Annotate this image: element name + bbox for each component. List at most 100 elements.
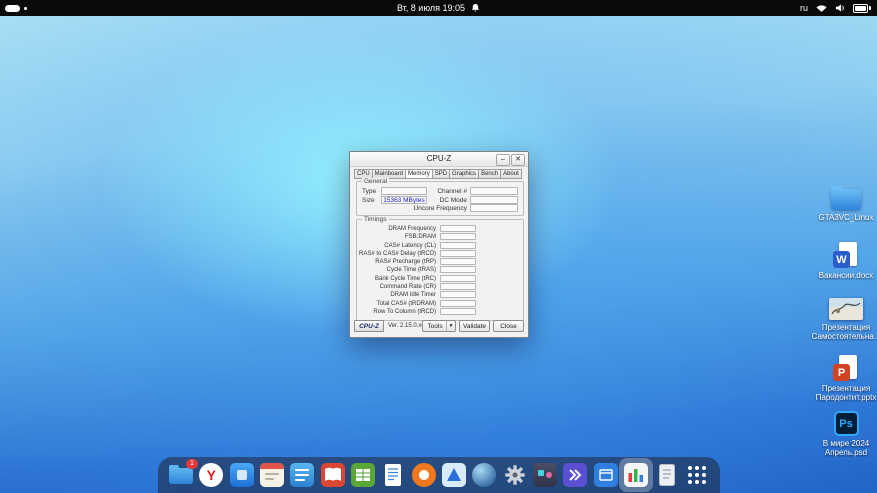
dock-icon-pdf-reader[interactable] — [320, 462, 346, 488]
uncore-label: Uncore Frequency — [413, 205, 467, 212]
uncore-field — [470, 204, 518, 212]
timing-value-field — [440, 249, 476, 257]
desktop-icon-psd[interactable]: Ps В мире 2024 Апрель.psd — [810, 411, 877, 457]
timing-value-field — [440, 233, 476, 241]
close-window-button[interactable]: ✕ — [511, 154, 525, 166]
clock-menu[interactable]: Вт, 8 июля 19:05 — [397, 0, 480, 16]
volume-icon — [835, 4, 844, 12]
timing-value-field — [440, 274, 476, 282]
general-groupbox: General Type Size 15363 MBytes Channel #… — [356, 178, 524, 216]
notification-badge: 1 — [186, 459, 198, 469]
activities-indicator[interactable] — [5, 0, 27, 16]
timing-value-field — [440, 258, 476, 266]
dock-icon-dark-app-1[interactable] — [532, 462, 558, 488]
timing-label: Command Rate (CR) — [379, 284, 436, 291]
timing-label: Bank Cycle Time (tRC) — [374, 275, 436, 282]
timing-row: RAS# Precharge (tRP) — [359, 258, 521, 266]
timing-row: FSB:DRAM — [359, 233, 521, 241]
size-label: Size — [362, 197, 375, 204]
word-glyph: W — [833, 251, 850, 268]
desktop-icon-label-line2: Самостоятельна... — [811, 332, 877, 341]
minimize-button[interactable]: – — [496, 154, 510, 166]
desktop-icon-docx[interactable]: W Вакансии.docx — [810, 242, 877, 280]
document-viewer-icon — [290, 463, 315, 487]
dock-icon-yandex-browser[interactable]: Y — [198, 462, 224, 488]
desktop-icon-label-line2: Апрель.psd — [824, 448, 868, 457]
dock-icon-files[interactable]: 1 — [168, 459, 198, 488]
tools-button[interactable]: Tools ▼ — [422, 320, 456, 332]
timing-value-field — [440, 307, 476, 315]
cpuz-titlebar[interactable]: CPU-Z – ✕ — [350, 152, 528, 167]
validate-button[interactable]: Validate — [459, 320, 490, 332]
tools-dropdown-arrow-icon[interactable]: ▼ — [446, 321, 455, 331]
timing-value-field — [440, 283, 476, 291]
calendar-icon — [260, 463, 285, 487]
dock-icon-text-writer[interactable] — [380, 462, 406, 488]
timing-row: DRAM Frequency — [359, 225, 521, 233]
yandex-icon: Y — [199, 463, 224, 487]
desktop-icon-folder-gta3vc[interactable]: GTA3VC_Linux — [810, 185, 877, 222]
folder-icon — [831, 186, 861, 210]
tab-spd[interactable]: SPD — [431, 169, 450, 179]
timing-value-field — [440, 241, 476, 249]
keyboard-layout-indicator[interactable]: ru — [800, 3, 808, 13]
battery-icon — [853, 3, 868, 13]
dock-icon-blue-app[interactable] — [229, 462, 255, 488]
notification-bell-icon — [471, 4, 479, 12]
desktop-icon-tif-image[interactable]: Презентация Самостоятельна... — [810, 298, 877, 341]
text-writer-icon — [385, 464, 402, 486]
presentation-icon: P — [833, 355, 859, 381]
tab-memory[interactable]: Memory — [405, 169, 432, 179]
type-label: Type — [362, 188, 377, 195]
dock-icon-document-viewer[interactable] — [289, 462, 315, 488]
dock-icon-app-grid[interactable] — [684, 462, 710, 488]
dock-icon-window-app[interactable] — [593, 462, 619, 488]
dock-icon-settings[interactable] — [502, 462, 528, 488]
window-app-icon — [593, 463, 618, 487]
wifi-icon — [816, 5, 827, 12]
dock-icon-globe-app[interactable] — [471, 462, 497, 488]
timing-label: CAS# Latency (CL) — [384, 242, 436, 249]
dock-icon-dark-app-2[interactable] — [562, 462, 588, 488]
close-button[interactable]: Close — [493, 320, 524, 332]
desktop-icon-label-line1: В мире 2024 — [822, 439, 870, 448]
channel-field — [470, 187, 518, 195]
dock-icon-calendar[interactable] — [259, 462, 285, 488]
timings-legend: Timings — [362, 216, 389, 223]
app-grid-icon — [687, 466, 706, 484]
timing-label: DRAM Frequency — [388, 226, 436, 232]
dock-icon-media-app[interactable] — [441, 462, 467, 488]
chevron-app-icon — [563, 463, 588, 487]
photoshop-glyph: Ps — [839, 417, 853, 430]
yandex-glyph: Y — [206, 467, 217, 483]
workspace-dot — [24, 6, 27, 10]
window-title: CPU-Z — [426, 154, 452, 163]
timing-row: RAS# to CAS# Delay (tRCD) — [359, 249, 521, 258]
timing-label: DRAM Idle Timer — [390, 292, 436, 299]
tab-graphics[interactable]: Graphics — [449, 169, 479, 179]
cpuz-logo: CPU-Z — [354, 320, 384, 332]
cpuz-footer: CPU-Z Ver. 2.15.0.x64 Tools ▼ Validate C… — [354, 320, 524, 332]
timing-label: Row To Column (tRCD) — [373, 308, 436, 315]
tab-about[interactable]: About — [500, 169, 522, 179]
word-document-icon: W — [833, 242, 859, 268]
timing-label: FSB:DRAM — [404, 234, 436, 241]
dock-icon-colorful-app-active[interactable] — [619, 458, 654, 492]
dock-icon-orange-ring-app[interactable] — [411, 462, 437, 488]
desktop-icon-pptx[interactable]: P Презентация Пародонтит.pptx — [810, 355, 877, 402]
desktop-icon-label-line1: Презентация — [821, 323, 871, 332]
folder-icon — [169, 465, 193, 484]
photoshop-icon: Ps — [833, 411, 859, 436]
timings-rows: DRAM Frequency FSB:DRAM CAS# Latency (CL… — [359, 225, 521, 316]
dock-icon-spreadsheet[interactable] — [350, 462, 376, 488]
colorful-app-icon — [624, 463, 649, 487]
timing-row: Command Rate (CR) — [359, 283, 521, 291]
image-thumbnail-icon — [829, 298, 863, 320]
orange-ring-icon — [411, 463, 436, 487]
system-tray[interactable]: ru — [800, 0, 871, 16]
dock-icon-light-doc-app[interactable] — [654, 462, 680, 488]
cpuz-window: CPU-Z – ✕ CPU Mainboard Memory SPD Graph… — [349, 151, 529, 338]
tab-bench[interactable]: Bench — [478, 169, 501, 179]
gear-icon — [505, 465, 525, 485]
dark-app-icon — [533, 463, 558, 487]
